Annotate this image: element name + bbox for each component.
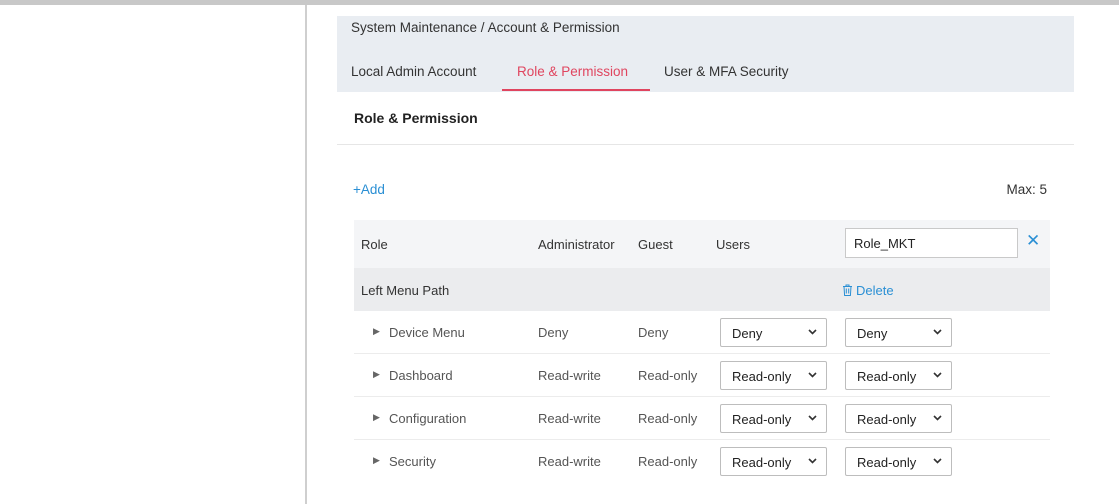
guest-value: Read-only [638,454,698,469]
row-name: Security [389,454,436,469]
chevron-down-icon [808,329,817,335]
guest-value: Read-only [638,368,698,383]
new-role-permission-select[interactable]: Read-only [845,361,952,390]
trash-icon [843,284,852,296]
expand-icon[interactable]: ▶ [373,412,380,423]
card-title: Role & Permission [354,110,478,126]
expand-icon[interactable]: ▶ [373,326,380,337]
chevron-down-icon [808,415,817,421]
chevron-down-icon [933,458,942,464]
header-guest: Guest [638,237,673,252]
new-role-permission-select[interactable]: Read-only [845,404,952,433]
table-row: ▶ Device Menu Deny Deny Deny Deny [354,311,1050,354]
tab-local-admin-account[interactable]: Local Admin Account [351,64,476,79]
expand-icon[interactable]: ▶ [373,455,380,466]
page-header: System Maintenance / Account & Permissio… [337,16,1074,92]
tab-user-mfa-security[interactable]: User & MFA Security [664,64,789,79]
header-users: Users [716,237,750,252]
new-role-name-input[interactable] [845,228,1018,258]
delete-label: Delete [856,283,894,298]
new-role-permission-select[interactable]: Read-only [845,447,952,476]
table-row: ▶ Security Read-write Read-only Read-onl… [354,440,1050,483]
close-icon[interactable]: ✕ [1026,231,1040,251]
chevron-down-icon [933,372,942,378]
users-permission-select[interactable]: Read-only [720,404,827,433]
administrator-value: Read-write [538,368,601,383]
panel-divider[interactable] [305,5,307,504]
row-name: Device Menu [389,325,465,340]
header-role: Role [361,237,388,252]
tab-role-permission[interactable]: Role & Permission [517,64,628,79]
chevron-down-icon [808,372,817,378]
add-role-button[interactable]: +Add [353,182,385,197]
users-permission-select[interactable]: Read-only [720,447,827,476]
row-name: Dashboard [389,368,453,383]
max-roles-label: Max: 5 [1006,182,1047,197]
header-administrator: Administrator [538,237,615,252]
role-permission-card: Role & Permission +Add Max: 5 Role Admin… [337,92,1074,496]
group-label: Left Menu Path [361,283,450,298]
table-header: Role Administrator Guest Users ✕ [354,220,1050,268]
chevron-down-icon [933,415,942,421]
chevron-down-icon [933,329,942,335]
administrator-value: Deny [538,325,569,340]
breadcrumb: System Maintenance / Account & Permissio… [351,20,620,35]
administrator-value: Read-write [538,454,601,469]
table-row: ▶ Dashboard Read-write Read-only Read-on… [354,354,1050,397]
delete-role-button[interactable]: Delete [842,283,894,298]
active-tab-indicator [502,89,650,91]
new-role-permission-select[interactable]: Deny [845,318,952,347]
row-name: Configuration [389,411,467,426]
left-navigation-panel [0,5,305,504]
table-row: ▶ Configuration Read-write Read-only Rea… [354,397,1050,440]
guest-value: Deny [638,325,669,340]
card-divider [337,144,1074,145]
administrator-value: Read-write [538,411,601,426]
users-permission-select[interactable]: Read-only [720,361,827,390]
chevron-down-icon [808,458,817,464]
group-row-left-menu-path: Left Menu Path Delete [354,268,1050,311]
expand-icon[interactable]: ▶ [373,369,380,380]
users-permission-select[interactable]: Deny [720,318,827,347]
guest-value: Read-only [638,411,698,426]
